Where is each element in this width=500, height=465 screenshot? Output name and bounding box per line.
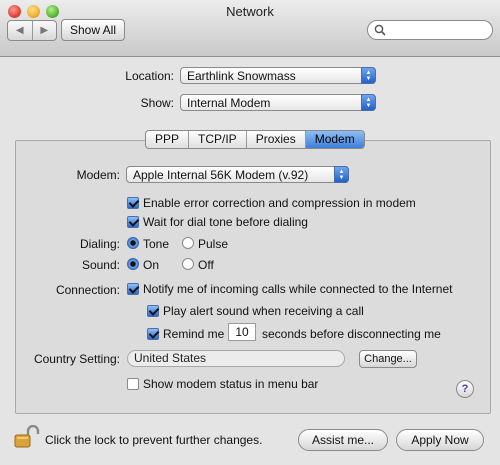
play-alert-label: Play alert sound when receiving a call [163, 304, 364, 318]
sound-off-radio[interactable] [182, 258, 194, 270]
location-popup[interactable]: Earthlink Snowmass ▲ ▼ [180, 67, 376, 84]
wait-dial-tone-checkbox[interactable] [127, 216, 139, 228]
show-status-menu-checkbox[interactable] [127, 378, 139, 390]
popup-arrows-icon: ▲ ▼ [361, 94, 376, 111]
remind-suffix-label: seconds before disconnecting me [262, 327, 441, 341]
remind-me-checkbox[interactable] [147, 328, 159, 340]
assist-me-button[interactable]: Assist me... [298, 429, 388, 451]
show-popup[interactable]: Internal Modem ▲ ▼ [180, 94, 376, 111]
error-correction-label: Enable error correction and compression … [143, 196, 416, 210]
dialing-pulse-label: Pulse [198, 237, 229, 251]
window-title: Network [226, 4, 274, 19]
show-status-menu-label: Show modem status in menu bar [143, 377, 319, 391]
sound-on-radio[interactable] [127, 258, 139, 270]
search-icon [374, 24, 386, 36]
lock-icon[interactable] [14, 425, 40, 449]
tab-bar: PPP TCP/IP Proxies Modem [145, 130, 365, 149]
error-correction-checkbox[interactable] [127, 197, 139, 209]
sound-label: Sound: [81, 258, 120, 272]
remind-seconds-input[interactable]: 10 [228, 323, 256, 341]
dialing-tone-label: Tone [143, 237, 170, 251]
notify-calls-label: Notify me of incoming calls while connec… [143, 282, 453, 296]
back-arrow-icon[interactable]: ◀ [8, 21, 33, 40]
lock-message: Click the lock to prevent further change… [45, 433, 263, 447]
sound-on-label: On [143, 258, 160, 272]
tab-tcpip[interactable]: TCP/IP [189, 131, 247, 148]
show-label: Show: [140, 96, 174, 110]
remind-me-label: Remind me [163, 327, 225, 341]
modem-popup[interactable]: Apple Internal 56K Modem (v.92) ▲ ▼ [126, 166, 349, 183]
tab-proxies[interactable]: Proxies [247, 131, 306, 148]
dialing-tone-radio[interactable] [127, 237, 139, 249]
change-country-button[interactable]: Change... [359, 350, 417, 368]
modem-label: Modem: [76, 168, 120, 182]
forward-arrow-icon[interactable]: ▶ [33, 21, 57, 40]
apply-now-button[interactable]: Apply Now [396, 429, 484, 451]
window-toolbar: Network ◀ ▶ Show All [0, 0, 500, 57]
country-setting-label: Country Setting: [33, 352, 120, 366]
country-setting-field: United States [127, 350, 345, 367]
location-value: Earthlink Snowmass [187, 69, 296, 83]
dialing-label: Dialing: [79, 237, 120, 251]
help-button[interactable]: ? [456, 380, 474, 398]
tab-modem[interactable]: Modem [305, 131, 364, 148]
search-input[interactable] [367, 20, 493, 40]
back-forward-control: ◀ ▶ [7, 20, 57, 41]
show-value: Internal Modem [187, 96, 271, 110]
connection-label: Connection: [55, 283, 120, 297]
play-alert-checkbox[interactable] [147, 305, 159, 317]
location-label: Location: [125, 69, 174, 83]
sound-off-label: Off [198, 258, 214, 272]
dialing-pulse-radio[interactable] [182, 237, 194, 249]
wait-dial-tone-label: Wait for dial tone before dialing [143, 215, 308, 229]
tab-ppp[interactable]: PPP [146, 131, 190, 148]
modem-value: Apple Internal 56K Modem (v.92) [133, 168, 309, 182]
popup-arrows-icon: ▲ ▼ [361, 67, 376, 84]
show-all-button[interactable]: Show All [61, 19, 125, 41]
notify-calls-checkbox[interactable] [127, 283, 139, 295]
popup-arrows-icon: ▲ ▼ [334, 166, 349, 183]
